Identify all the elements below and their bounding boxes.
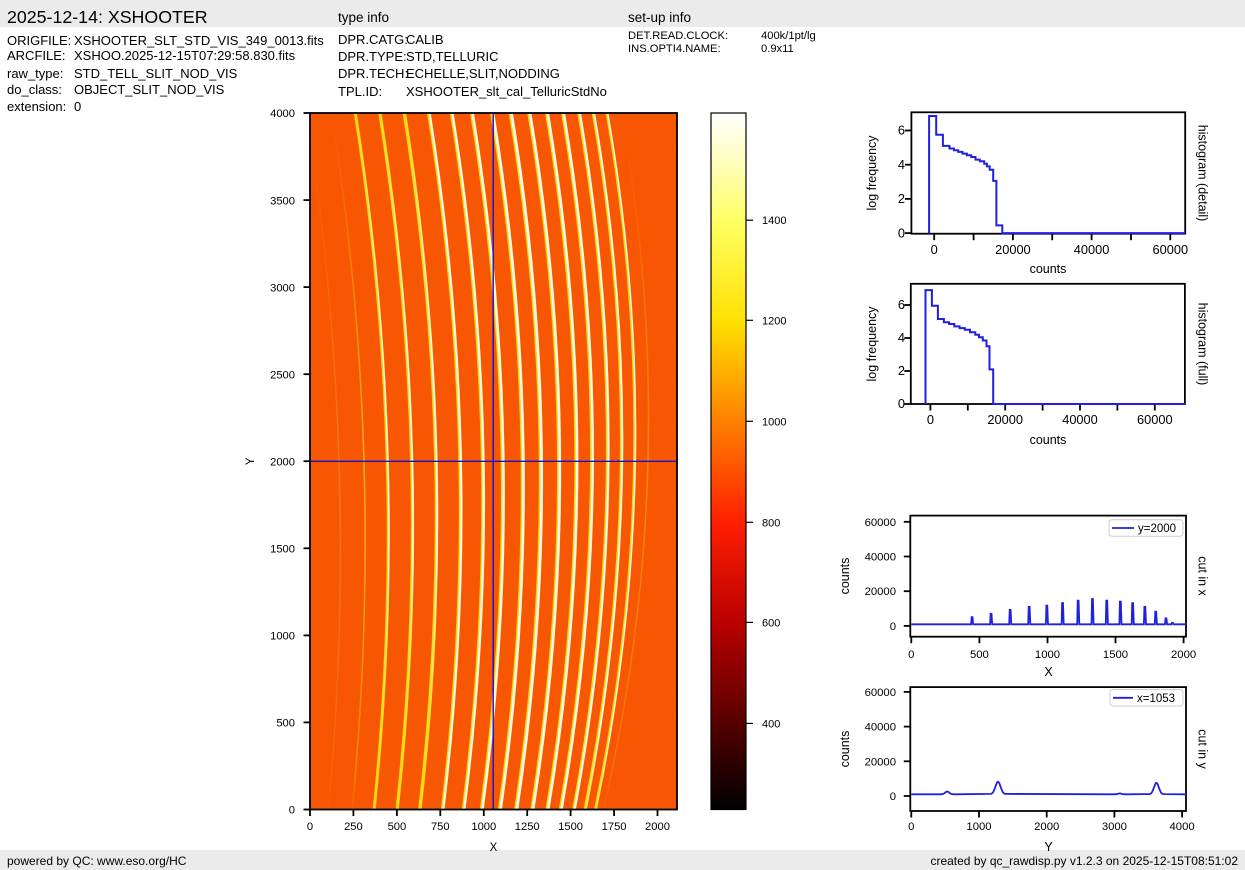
svg-text:1500: 1500 <box>558 821 583 833</box>
svg-text:0: 0 <box>898 225 905 240</box>
svg-text:20000: 20000 <box>865 586 896 598</box>
svg-text:40000: 40000 <box>865 552 896 564</box>
svg-text:500: 500 <box>276 718 295 730</box>
svg-text:500: 500 <box>388 821 407 833</box>
svg-text:2000: 2000 <box>645 821 670 833</box>
svg-text:counts: counts <box>1030 433 1067 447</box>
svg-text:800: 800 <box>762 517 780 529</box>
svg-text:counts: counts <box>838 558 852 595</box>
svg-text:40000: 40000 <box>865 722 896 734</box>
svg-text:counts: counts <box>838 731 852 768</box>
svg-text:20000: 20000 <box>995 242 1031 257</box>
svg-text:2000: 2000 <box>1171 649 1196 661</box>
svg-text:2000: 2000 <box>270 456 295 468</box>
svg-text:1500: 1500 <box>1103 649 1128 661</box>
svg-text:0: 0 <box>307 821 313 833</box>
svg-text:0: 0 <box>890 791 896 803</box>
svg-text:1000: 1000 <box>270 631 295 643</box>
svg-text:60000: 60000 <box>1137 412 1173 427</box>
svg-text:counts: counts <box>1030 262 1067 276</box>
svg-text:3000: 3000 <box>1102 821 1127 833</box>
svg-text:cut in y: cut in y <box>1196 729 1210 769</box>
svg-text:60000: 60000 <box>865 517 896 529</box>
svg-text:cut in x: cut in x <box>1196 556 1210 596</box>
svg-text:0: 0 <box>931 242 938 257</box>
svg-text:1000: 1000 <box>1035 649 1060 661</box>
svg-text:log frequency: log frequency <box>865 135 879 211</box>
svg-text:2500: 2500 <box>270 369 295 381</box>
svg-text:40000: 40000 <box>1062 412 1098 427</box>
svg-text:1000: 1000 <box>966 821 991 833</box>
svg-text:histogram (full): histogram (full) <box>1196 303 1210 386</box>
svg-text:2: 2 <box>898 363 905 378</box>
svg-text:4: 4 <box>898 330 905 345</box>
svg-text:20000: 20000 <box>987 412 1023 427</box>
svg-text:0: 0 <box>927 412 934 427</box>
svg-text:3000: 3000 <box>270 282 295 294</box>
svg-text:60000: 60000 <box>865 687 896 699</box>
svg-text:250: 250 <box>344 821 363 833</box>
svg-text:Y: Y <box>245 457 257 465</box>
svg-text:x=1053: x=1053 <box>1137 693 1175 705</box>
svg-text:1000: 1000 <box>471 821 496 833</box>
svg-text:600: 600 <box>762 617 780 629</box>
svg-text:2: 2 <box>898 191 905 206</box>
svg-text:histogram (detail): histogram (detail) <box>1196 125 1210 222</box>
svg-text:0: 0 <box>898 396 905 411</box>
svg-text:1400: 1400 <box>762 215 786 227</box>
svg-text:1500: 1500 <box>270 544 295 556</box>
svg-text:X: X <box>490 842 498 854</box>
svg-text:1000: 1000 <box>762 416 786 428</box>
svg-text:750: 750 <box>431 821 450 833</box>
svg-text:4000: 4000 <box>270 108 295 120</box>
svg-text:40000: 40000 <box>1074 242 1110 257</box>
svg-text:y=2000: y=2000 <box>1138 523 1176 535</box>
svg-text:60000: 60000 <box>1153 242 1189 257</box>
svg-text:2000: 2000 <box>1034 821 1059 833</box>
svg-text:400: 400 <box>762 718 780 730</box>
svg-text:Y: Y <box>1044 840 1053 854</box>
svg-text:1200: 1200 <box>762 315 786 327</box>
svg-text:20000: 20000 <box>865 756 896 768</box>
svg-text:4: 4 <box>898 157 905 172</box>
svg-text:0: 0 <box>890 621 896 633</box>
svg-text:6: 6 <box>898 123 905 138</box>
svg-text:log frequency: log frequency <box>865 306 879 382</box>
svg-text:0: 0 <box>908 821 914 833</box>
svg-text:4000: 4000 <box>1170 821 1195 833</box>
svg-text:500: 500 <box>970 649 989 661</box>
svg-text:6: 6 <box>898 297 905 312</box>
svg-text:0: 0 <box>908 649 914 661</box>
svg-text:1250: 1250 <box>515 821 540 833</box>
svg-text:3500: 3500 <box>270 195 295 207</box>
svg-text:X: X <box>1044 665 1053 679</box>
svg-text:0: 0 <box>289 805 295 817</box>
svg-text:1750: 1750 <box>602 821 627 833</box>
